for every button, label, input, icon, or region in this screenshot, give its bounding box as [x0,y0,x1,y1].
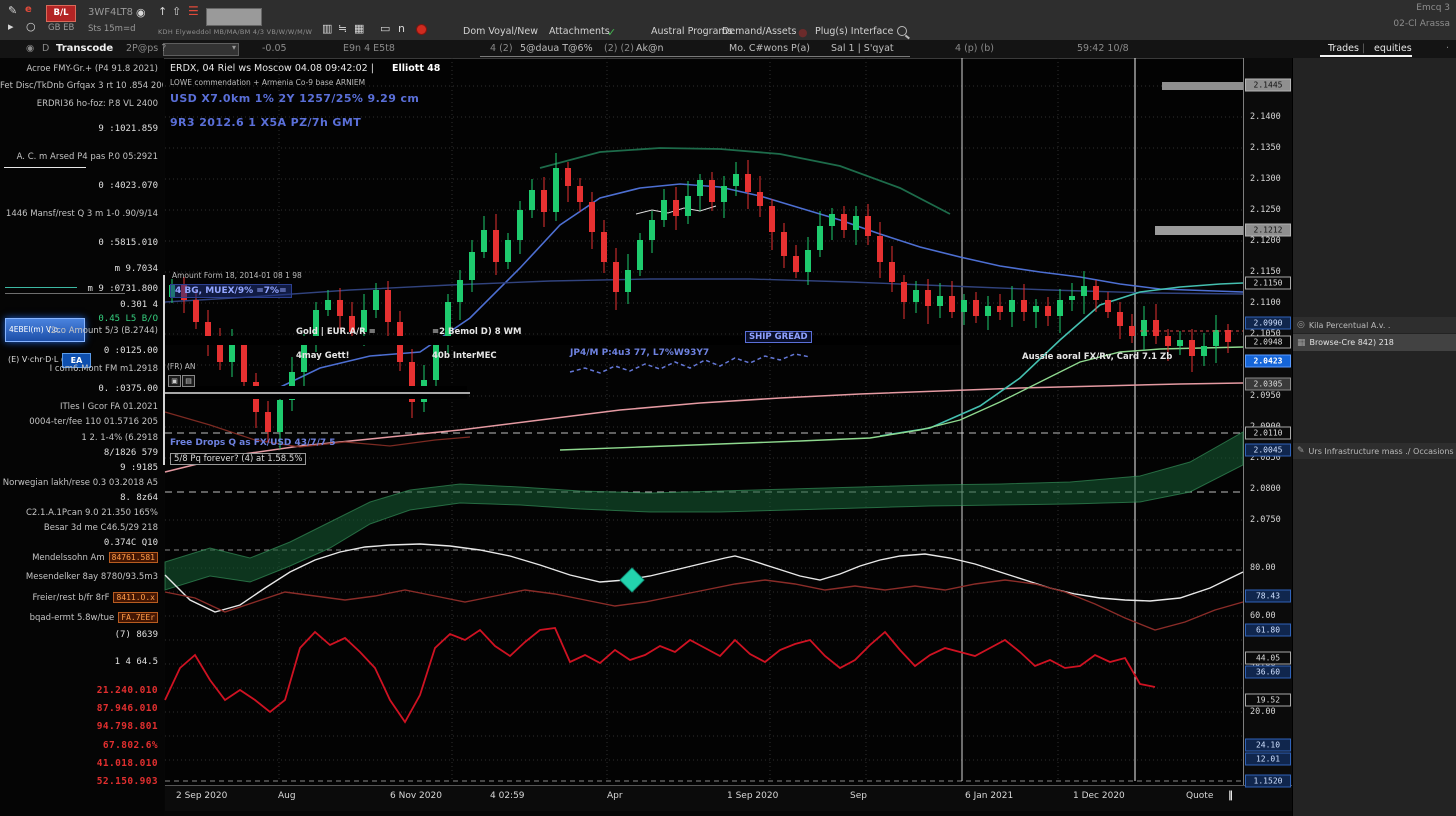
chart-annotation: (FR) AN [167,362,196,371]
chart-annotation: 4may Gett! [296,351,350,361]
camera-icon[interactable]: ▣ [168,375,181,387]
price-badge: 44.05 [1245,652,1291,665]
price-badge: 2.0948 [1245,336,1291,349]
price-badge: 2.0990 [1245,317,1291,330]
price-badge: 61.80 [1245,624,1291,637]
price-badge: 19.52 [1245,694,1291,707]
chart-annotation: Gold | EUR.A/R = [296,327,376,337]
chart-annotation: SHIP GREAD [745,331,812,343]
price-badge: 78.43 [1245,590,1291,603]
price-badge: 2.1150 [1245,277,1291,290]
price-badge: 24.10 [1245,739,1291,752]
price-badge: 2.0423 [1245,355,1291,368]
price-badge: 2.1212 [1245,224,1291,237]
chart-annotation: 5/8 Pq forever? (4) at 1.58.5% [170,453,306,465]
price-badge: 2.0045 [1245,444,1291,457]
price-badge: 12.01 [1245,753,1291,766]
chart-annotation: 4 BG, MUEX/9% =7%= [170,284,292,298]
price-badge: 2.1445 [1245,79,1291,92]
chart-annotation: LOWE commendation + Armenia Co-9 base AR… [170,78,365,87]
chart-icon[interactable]: ▤ [182,375,195,387]
chart-annotation: USD X7.0km 1% 2Y 1257/25% 9.29 cm [170,92,419,105]
chart-annotation: Amount Form 18, 2014-01 08 1 98 [172,271,302,280]
chart-annotation: ERDX, 04 Riel ws Moscow 04.08 09:42:02 | [170,63,374,74]
price-badge: 1.1520 [1245,775,1291,788]
chart-annotation: Elliott 48 [392,63,440,74]
chart-annotation: 9R3 2012.6 1 X5A PZ/7h GMT [170,116,361,129]
chart-annotation: Free Drops Q as FX/USD 43/7/7 5 [170,438,336,448]
chart-annotation: JP4/M P:4u3 77, L7%W93Y7 [570,348,709,358]
chart-annotation: =2 Bemol D) 8 WM [432,327,521,337]
chart-annotation: 40b InterMEC [432,351,497,361]
price-badge: 2.0110 [1245,427,1291,440]
price-badge: 36.60 [1245,666,1291,679]
price-badge: 2.0305 [1245,378,1291,391]
trading-platform-window: ✎ e ▸ ○ B/L GB EB 3WF4LT8 ◉ Sts 15m=d ↑ … [0,0,1456,816]
chart-annotation: Aussie aoral FX/Rv, Card 7.1 Zb [1022,352,1172,362]
